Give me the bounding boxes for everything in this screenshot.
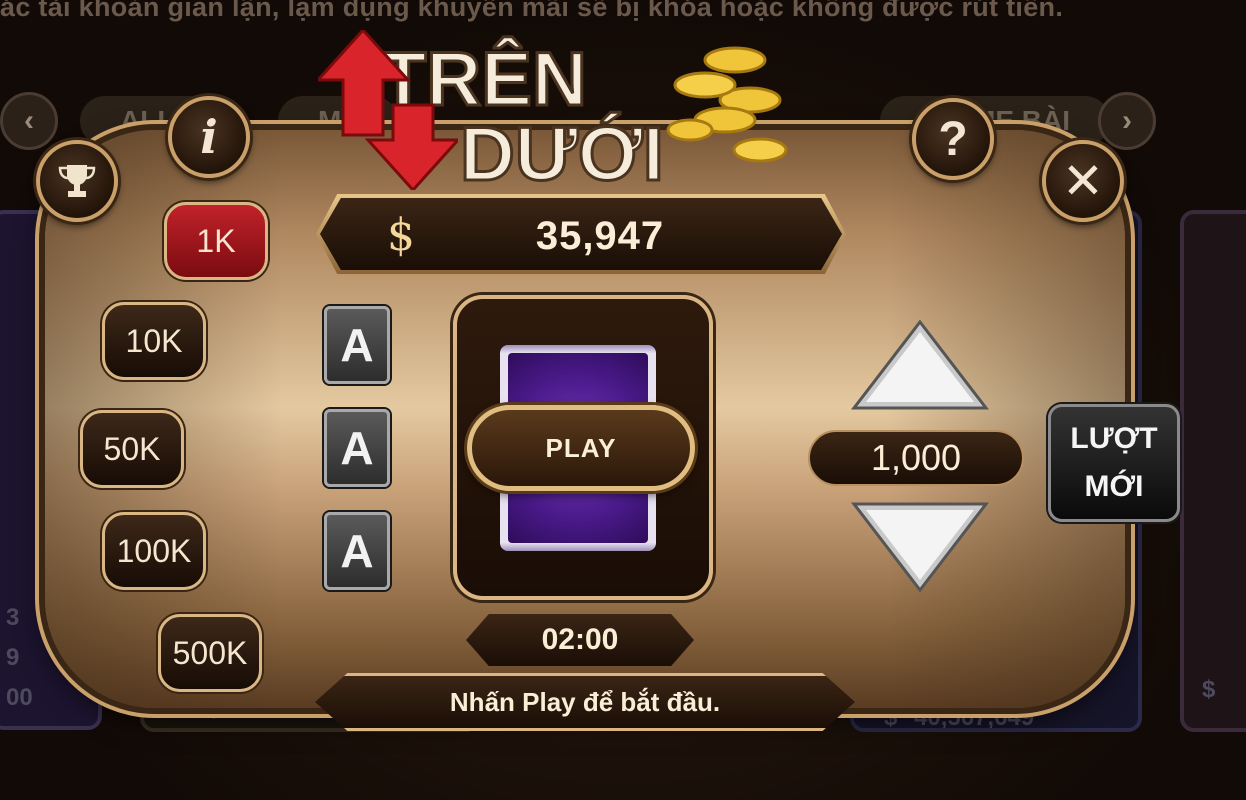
status-message: Nhấn Play để bắt đầu. [315,673,855,731]
ace-label: A [340,525,374,577]
card-jackpot: 40,567,649 [914,704,1035,731]
help-icon: ? [938,112,968,166]
round-timer: 02:00 [466,614,694,666]
new-round-label: LƯỢT [1070,422,1158,455]
card-value: 3 [6,604,20,631]
chip-label: 1K [196,222,236,259]
card-value: 9 [6,644,20,671]
chip-1k-button[interactable]: 1K [164,202,268,280]
chip-10k-button[interactable]: 10K [102,302,206,380]
next-tab-button[interactable]: › [1098,92,1156,150]
ace-label: A [340,422,374,474]
chip-50k-button[interactable]: 50K [80,410,184,488]
chevron-left-icon: ‹ [24,104,34,137]
card-value: 00 [6,684,33,711]
bet-increase-button[interactable] [850,318,990,413]
close-icon: ✕ [1062,153,1104,209]
updown-arrows-icon [318,30,458,190]
ace-slot: A [324,409,390,487]
card-dollar-sign: $ [884,704,898,731]
new-round-label: MỚI [1084,470,1144,503]
title-line2: DƯỚI [460,112,664,195]
info-icon: i [200,110,218,164]
dollar-icon: $ [387,209,415,261]
ace-label: A [340,319,374,371]
arrow-down-icon [850,502,990,593]
trophy-icon [58,165,96,197]
bet-decrease-button[interactable] [850,500,990,595]
close-button[interactable]: ✕ [1042,140,1124,222]
info-button[interactable]: i [168,96,250,178]
chip-label: 500K [172,634,248,671]
play-button[interactable]: PLAY [467,405,695,491]
chip-500k-button[interactable]: 500K [158,614,262,692]
new-round-button[interactable]: LƯỢT MỚI [1048,404,1180,522]
play-label: PLAY [545,432,617,463]
lobby-game-card[interactable]: $ [1180,210,1246,732]
chip-100k-button[interactable]: 100K [102,512,206,590]
chip-label: 50K [103,430,161,467]
bet-amount: 1,000 [808,430,1024,486]
help-button[interactable]: ? [912,98,994,180]
coin-stack-icon [666,46,788,163]
ace-slot: A [324,512,390,590]
chip-label: 100K [116,532,192,569]
card-dollar-sign: $ [1202,676,1216,703]
chip-label: 10K [125,322,183,359]
prev-tab-button[interactable]: ‹ [0,92,58,150]
ace-slot: A [324,306,390,384]
balance-value: 35,947 [535,214,665,258]
leaderboard-button[interactable] [36,140,118,222]
chevron-right-icon: › [1122,104,1132,137]
arrow-up-icon [850,319,990,410]
